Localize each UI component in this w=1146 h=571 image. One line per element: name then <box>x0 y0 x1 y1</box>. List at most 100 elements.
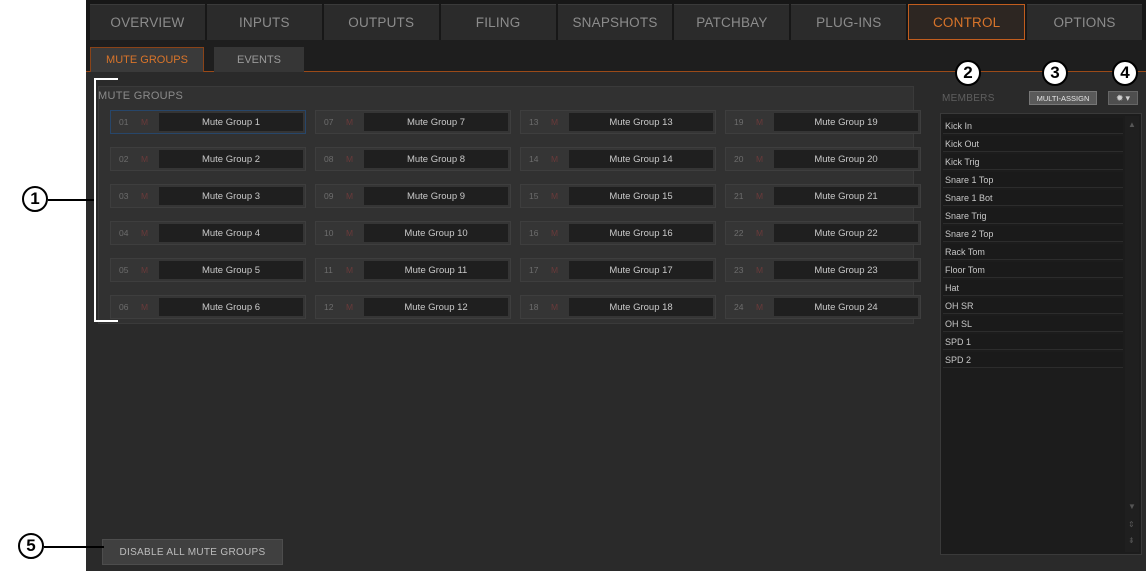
mute-group-name[interactable]: Mute Group 3 <box>159 187 303 205</box>
tab-filing[interactable]: FILING <box>440 4 556 40</box>
mute-toggle[interactable]: M <box>346 265 353 275</box>
mute-toggle[interactable]: M <box>551 117 558 127</box>
mute-toggle[interactable]: M <box>346 117 353 127</box>
options-menu-button[interactable]: ✹ ▾ <box>1108 91 1138 105</box>
mute-group-16[interactable]: 16 M Mute Group 16 <box>520 221 716 245</box>
member-item[interactable]: OH SL <box>943 316 1123 332</box>
tab-patchbay[interactable]: PATCHBAY <box>674 4 790 40</box>
member-item[interactable]: Rack Tom <box>943 244 1123 260</box>
mute-group-name[interactable]: Mute Group 2 <box>159 150 303 168</box>
mute-group-01[interactable]: 01 M Mute Group 1 <box>110 110 306 134</box>
mute-toggle[interactable]: M <box>551 228 558 238</box>
mute-group-15[interactable]: 15 M Mute Group 15 <box>520 184 716 208</box>
mute-toggle[interactable]: M <box>141 191 148 201</box>
tab-snapshots[interactable]: SNAPSHOTS <box>557 4 673 40</box>
mute-group-08[interactable]: 08 M Mute Group 8 <box>315 147 511 171</box>
mute-group-name[interactable]: Mute Group 7 <box>364 113 508 131</box>
mute-group-name[interactable]: Mute Group 21 <box>774 187 918 205</box>
mute-toggle[interactable]: M <box>551 265 558 275</box>
member-item[interactable]: SPD 2 <box>943 352 1123 368</box>
mute-toggle[interactable]: M <box>756 117 763 127</box>
tab-events[interactable]: EVENTS <box>214 47 304 72</box>
mute-group-11[interactable]: 11 M Mute Group 11 <box>315 258 511 282</box>
mute-group-20[interactable]: 20 M Mute Group 20 <box>725 147 921 171</box>
mute-group-name[interactable]: Mute Group 6 <box>159 298 303 316</box>
mute-group-22[interactable]: 22 M Mute Group 22 <box>725 221 921 245</box>
tab-control[interactable]: CONTROL <box>908 4 1026 40</box>
tab-inputs[interactable]: INPUTS <box>206 4 322 40</box>
mute-group-18[interactable]: 18 M Mute Group 18 <box>520 295 716 319</box>
mute-group-name[interactable]: Mute Group 1 <box>159 113 303 131</box>
member-item[interactable]: SPD 1 <box>943 334 1123 350</box>
member-item[interactable]: Floor Tom <box>943 262 1123 278</box>
mute-group-06[interactable]: 06 M Mute Group 6 <box>110 295 306 319</box>
tab-overview[interactable]: OVERVIEW <box>90 4 205 40</box>
member-item[interactable]: Snare 1 Top <box>943 172 1123 188</box>
mute-group-02[interactable]: 02 M Mute Group 2 <box>110 147 306 171</box>
mute-group-name[interactable]: Mute Group 18 <box>569 298 713 316</box>
scroll-down-icon[interactable]: ▼ <box>1128 502 1136 511</box>
member-item[interactable]: Hat <box>943 280 1123 296</box>
mute-toggle[interactable]: M <box>141 265 148 275</box>
mute-toggle[interactable]: M <box>551 302 558 312</box>
member-item[interactable]: Snare 2 Top <box>943 226 1123 242</box>
mute-group-name[interactable]: Mute Group 9 <box>364 187 508 205</box>
mute-toggle[interactable]: M <box>756 191 763 201</box>
mute-toggle[interactable]: M <box>346 302 353 312</box>
tab-mute-groups[interactable]: MUTE GROUPS <box>90 47 204 72</box>
mute-group-17[interactable]: 17 M Mute Group 17 <box>520 258 716 282</box>
member-item[interactable]: Snare Trig <box>943 208 1123 224</box>
mute-group-name[interactable]: Mute Group 23 <box>774 261 918 279</box>
mute-group-09[interactable]: 09 M Mute Group 9 <box>315 184 511 208</box>
mute-toggle[interactable]: M <box>141 117 148 127</box>
scroll-up-icon[interactable]: ▲ <box>1128 120 1136 129</box>
member-item[interactable]: Kick Trig <box>943 154 1123 170</box>
mute-toggle[interactable]: M <box>346 154 353 164</box>
mute-group-name[interactable]: Mute Group 5 <box>159 261 303 279</box>
disable-all-mute-groups-button[interactable]: DISABLE ALL MUTE GROUPS <box>102 539 283 565</box>
mute-toggle[interactable]: M <box>346 228 353 238</box>
mute-group-name[interactable]: Mute Group 16 <box>569 224 713 242</box>
scroll-end-icon[interactable]: ⇟ <box>1128 536 1135 545</box>
mute-group-name[interactable]: Mute Group 17 <box>569 261 713 279</box>
member-item[interactable]: Kick Out <box>943 136 1123 152</box>
mute-group-name[interactable]: Mute Group 24 <box>774 298 918 316</box>
mute-toggle[interactable]: M <box>141 228 148 238</box>
mute-group-name[interactable]: Mute Group 22 <box>774 224 918 242</box>
mute-group-24[interactable]: 24 M Mute Group 24 <box>725 295 921 319</box>
scroll-expand-icon[interactable]: ⇕ <box>1128 520 1135 529</box>
mute-group-name[interactable]: Mute Group 14 <box>569 150 713 168</box>
member-item[interactable]: Kick In <box>943 118 1123 134</box>
mute-toggle[interactable]: M <box>141 302 148 312</box>
mute-group-10[interactable]: 10 M Mute Group 10 <box>315 221 511 245</box>
mute-toggle[interactable]: M <box>756 154 763 164</box>
member-item[interactable]: OH SR <box>943 298 1123 314</box>
mute-toggle[interactable]: M <box>756 302 763 312</box>
mute-group-04[interactable]: 04 M Mute Group 4 <box>110 221 306 245</box>
mute-toggle[interactable]: M <box>756 228 763 238</box>
mute-group-name[interactable]: Mute Group 8 <box>364 150 508 168</box>
mute-group-name[interactable]: Mute Group 15 <box>569 187 713 205</box>
mute-group-05[interactable]: 05 M Mute Group 5 <box>110 258 306 282</box>
mute-group-name[interactable]: Mute Group 4 <box>159 224 303 242</box>
members-scrollbar[interactable]: ▲ ▼ ⇕ ⇟ <box>1125 116 1139 552</box>
mute-group-name[interactable]: Mute Group 11 <box>364 261 508 279</box>
mute-group-14[interactable]: 14 M Mute Group 14 <box>520 147 716 171</box>
mute-group-name[interactable]: Mute Group 10 <box>364 224 508 242</box>
mute-toggle[interactable]: M <box>551 191 558 201</box>
mute-toggle[interactable]: M <box>346 191 353 201</box>
mute-group-name[interactable]: Mute Group 13 <box>569 113 713 131</box>
mute-group-21[interactable]: 21 M Mute Group 21 <box>725 184 921 208</box>
mute-group-19[interactable]: 19 M Mute Group 19 <box>725 110 921 134</box>
mute-group-name[interactable]: Mute Group 20 <box>774 150 918 168</box>
mute-group-03[interactable]: 03 M Mute Group 3 <box>110 184 306 208</box>
tab-outputs[interactable]: OUTPUTS <box>323 4 439 40</box>
mute-group-13[interactable]: 13 M Mute Group 13 <box>520 110 716 134</box>
mute-group-name[interactable]: Mute Group 12 <box>364 298 508 316</box>
mute-toggle[interactable]: M <box>756 265 763 275</box>
member-item[interactable]: Snare 1 Bot <box>943 190 1123 206</box>
mute-toggle[interactable]: M <box>141 154 148 164</box>
multi-assign-button[interactable]: MULTI-ASSIGN <box>1029 91 1097 105</box>
tab-options[interactable]: OPTIONS <box>1027 4 1143 40</box>
members-list[interactable]: ▲ ▼ ⇕ ⇟ Kick In Kick Out Kick Trig Snare 1 … <box>940 113 1142 555</box>
